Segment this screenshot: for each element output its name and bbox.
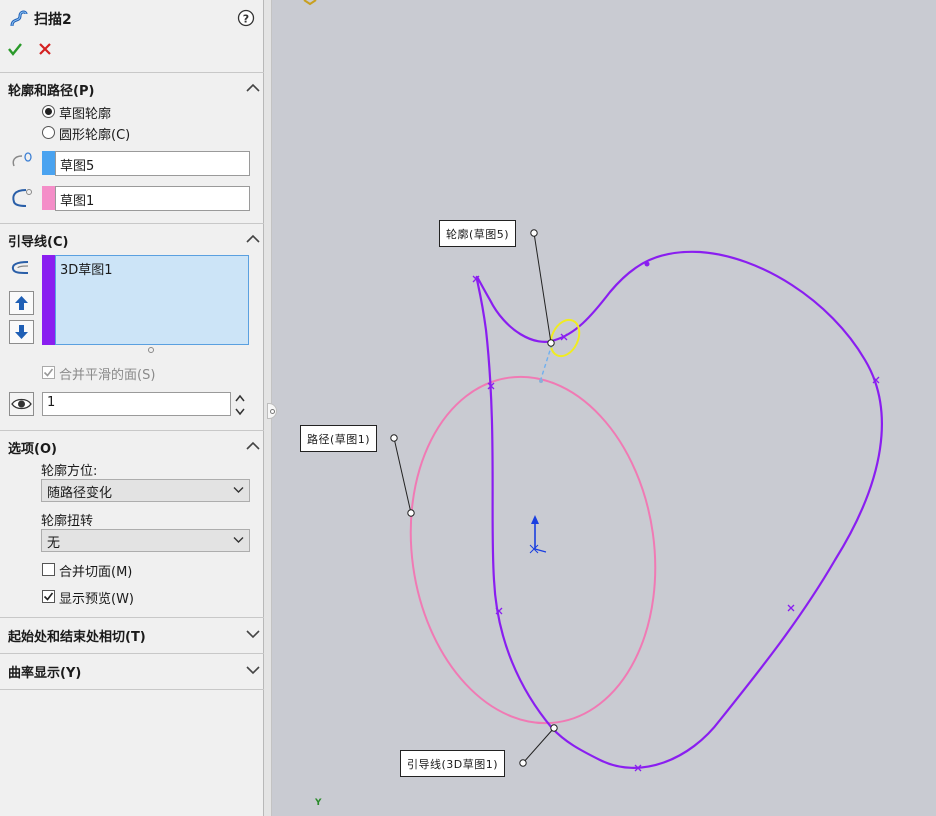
profile-twist-value: 无 [47, 536, 61, 551]
section-curvature-display-title[interactable]: 曲率显示(Y) [8, 662, 81, 681]
guide-color-swatch [42, 255, 55, 345]
guide-3dsketch1-curve [475, 250, 883, 769]
arrow-up-icon [15, 296, 28, 310]
checkmark-icon [43, 368, 54, 377]
arrow-down-icon [15, 325, 28, 339]
section-options-title[interactable]: 选项(O) [8, 438, 57, 457]
section-profile-path-title[interactable]: 轮廓和路径(P) [8, 80, 94, 99]
chevron-down-icon [233, 487, 244, 493]
eye-icon [11, 398, 32, 410]
guide-curve-icon [11, 261, 29, 274]
origin-triad-icon [529, 515, 547, 554]
radio-circular-profile-label: 圆形轮廓(C) [59, 128, 131, 143]
guide-curves-list[interactable]: 3D草图1 [55, 255, 249, 345]
show-sections-button[interactable] [9, 392, 34, 416]
checkmark-icon [43, 592, 54, 601]
radio-sketch-profile[interactable] [42, 105, 55, 118]
spin-arrows-icon[interactable] [234, 393, 246, 417]
chevron-up-icon[interactable] [244, 439, 262, 453]
svg-text:?: ? [243, 13, 249, 26]
profile-color-swatch [42, 151, 55, 175]
chevron-up-icon[interactable] [244, 232, 262, 246]
radio-sketch-profile-label: 草图轮廓 [59, 107, 112, 122]
section-guide-curves-title[interactable]: 引导线(C) [8, 231, 68, 250]
chevron-down-icon [233, 537, 244, 543]
list-resize-handle[interactable] [148, 347, 154, 353]
feature-tree-flyout-icon [303, 0, 317, 6]
path-callout[interactable]: 路径(草图1) [300, 425, 378, 452]
profile-icon [12, 152, 32, 167]
property-manager-panel: 扫描2 ? 轮廓和路径(P) 草图轮廓 圆形轮廓(C) 草图5 草图1 引导线(… [0, 0, 264, 816]
list-item[interactable]: 3D草图1 [60, 259, 244, 278]
profile-callout[interactable]: 轮廓(草图5) [439, 220, 517, 247]
radio-circular-profile[interactable] [42, 126, 55, 139]
merge-smooth-faces-checkbox[interactable] [42, 366, 55, 379]
guide-callout[interactable]: 引导线(3D草图1) [400, 750, 506, 777]
section-count-input[interactable]: 1 [42, 392, 231, 416]
merge-smooth-faces-label: 合并平滑的面(S) [59, 368, 156, 383]
profile-twist-label: 轮廓扭转 [41, 514, 94, 529]
chevron-down-icon[interactable] [244, 663, 262, 677]
sweep-feature-icon [10, 10, 28, 27]
profile-twist-select[interactable]: 无 [41, 529, 250, 552]
profile-orientation-label: 轮廓方位: [41, 464, 98, 479]
show-preview-label: 显示预览(W) [59, 592, 134, 607]
ok-check-icon[interactable] [7, 41, 23, 57]
profile-orientation-value: 随路径变化 [47, 486, 113, 501]
cancel-x-icon[interactable] [38, 42, 52, 56]
merge-tangent-faces-checkbox[interactable] [42, 563, 55, 576]
profile-orientation-select[interactable]: 随路径变化 [41, 479, 250, 502]
show-preview-checkbox[interactable] [42, 590, 55, 603]
profile-connector-line [539, 343, 553, 383]
chevron-up-icon[interactable] [244, 81, 262, 95]
path-selection-field[interactable]: 草图1 [55, 186, 250, 211]
merge-tangent-faces-label: 合并切面(M) [59, 565, 133, 580]
move-up-button[interactable] [9, 291, 34, 315]
path-icon [12, 189, 32, 207]
graphics-viewport[interactable] [272, 0, 936, 816]
feature-title: 扫描2 [34, 12, 72, 28]
path-color-swatch [42, 186, 55, 210]
profile-selection-field[interactable]: 草图5 [55, 151, 250, 176]
section-start-end-tangency-title[interactable]: 起始处和结束处相切(T) [8, 626, 146, 645]
chevron-down-icon[interactable] [244, 627, 262, 641]
view-axis-label: Y [315, 798, 322, 808]
move-down-button[interactable] [9, 320, 34, 344]
help-icon[interactable]: ? [237, 9, 255, 27]
